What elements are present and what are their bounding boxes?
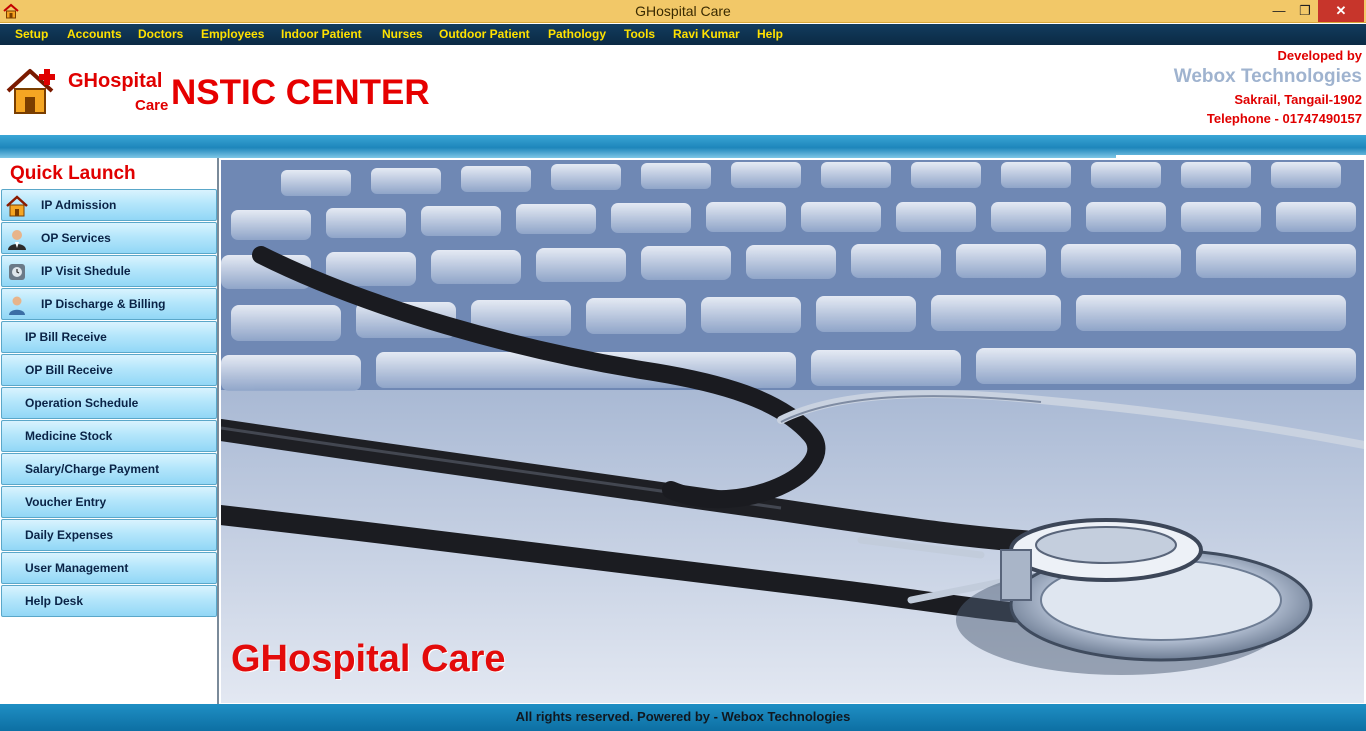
menu-outdoor-patient[interactable]: Outdoor Patient — [439, 27, 530, 41]
quick-launch-label: User Management — [25, 561, 129, 575]
center-name: NSTIC CENTER — [171, 73, 430, 112]
op-bill-receive-button[interactable]: OP Bill Receive — [1, 354, 217, 386]
quick-launch-label: Daily Expenses — [25, 528, 114, 542]
menu-user[interactable]: Ravi Kumar — [673, 27, 740, 41]
user-management-button[interactable]: User Management — [1, 552, 217, 584]
minimize-button[interactable]: — — [1266, 0, 1292, 22]
developed-by-label: Developed by — [1277, 48, 1362, 63]
quick-launch-label: Help Desk — [25, 594, 84, 608]
quick-launch-label: OP Services — [41, 231, 111, 245]
ip-admission-button[interactable]: IP Admission — [1, 189, 217, 221]
menu-doctors[interactable]: Doctors — [138, 27, 183, 41]
voucher-entry-button[interactable]: Voucher Entry — [1, 486, 217, 518]
logo-name: GHospital — [68, 70, 163, 92]
logo-subtitle: Care — [135, 97, 169, 114]
quick-launch-label: IP Bill Receive — [25, 330, 107, 344]
developer-address: Sakrail, Tangail-1902 — [1234, 92, 1362, 107]
help-desk-button[interactable]: Help Desk — [1, 585, 217, 617]
menu-help[interactable]: Help — [757, 27, 783, 41]
quick-launch-label: Salary/Charge Payment — [25, 462, 160, 476]
quick-launch-label: IP Admission — [41, 198, 117, 212]
close-button[interactable]: ✕ — [1318, 0, 1364, 22]
op-services-button[interactable]: OP Services — [1, 222, 217, 254]
quick-launch-label: IP Discharge & Billing — [41, 297, 166, 311]
status-footer: All rights reserved. Powered by - Webox … — [0, 704, 1366, 731]
menu-indoor-patient[interactable]: Indoor Patient — [281, 27, 362, 41]
quick-launch-label: OP Bill Receive — [25, 363, 113, 377]
maximize-button[interactable]: ❐ — [1292, 0, 1318, 22]
menu-setup[interactable]: Setup — [15, 27, 48, 41]
ip-visit-schedule-button[interactable]: IP Visit Shedule — [1, 255, 217, 287]
window-title: GHospital Care — [635, 3, 731, 19]
quick-launch-label: IP Visit Shedule — [41, 264, 131, 278]
menu-nurses[interactable]: Nurses — [382, 27, 423, 41]
header-divider-strip — [0, 135, 1366, 158]
quick-launch-panel: Quick Launch IP Admission OP Services IP… — [0, 158, 219, 704]
developer-telephone: Telephone - 01747490157 — [1206, 111, 1362, 126]
daily-expenses-button[interactable]: Daily Expenses — [1, 519, 217, 551]
menu-tools[interactable]: Tools — [624, 27, 655, 41]
patient-icon — [9, 296, 25, 315]
operation-schedule-button[interactable]: Operation Schedule — [1, 387, 217, 419]
doctor-icon — [8, 230, 26, 250]
quick-launch-label: Medicine Stock — [25, 429, 113, 443]
salary-charge-payment-button[interactable]: Salary/Charge Payment — [1, 453, 217, 485]
menu-pathology[interactable]: Pathology — [548, 27, 606, 41]
quick-launch-title: Quick Launch — [10, 163, 136, 184]
developer-company: Webox Technologies — [1173, 66, 1362, 87]
main-banner-image: GHospital Care — [221, 160, 1364, 703]
quick-launch-label: Voucher Entry — [25, 495, 107, 509]
schedule-icon — [9, 264, 25, 280]
medicine-stock-button[interactable]: Medicine Stock — [1, 420, 217, 452]
ip-bill-receive-button[interactable]: IP Bill Receive — [1, 321, 217, 353]
strip-highlight — [1116, 155, 1366, 158]
menu-accounts[interactable]: Accounts — [67, 27, 122, 41]
keyboard-stethoscope-illustration — [221, 160, 1364, 703]
hospital-logo-icon — [6, 69, 55, 114]
footer-copyright: All rights reserved. Powered by - Webox … — [515, 709, 851, 724]
ip-discharge-billing-button[interactable]: IP Discharge & Billing — [1, 288, 217, 320]
house-icon — [6, 195, 28, 217]
banner-app-name: GHospital Care — [231, 638, 506, 680]
quick-launch-label: Operation Schedule — [25, 396, 139, 410]
menu-bar: Setup Accounts Doctors Employees Indoor … — [0, 24, 1366, 45]
menu-employees[interactable]: Employees — [201, 27, 264, 41]
title-bar: GHospital Care — ❐ ✕ — [0, 0, 1366, 23]
header-banner: NSTIC CENTER GHospital Care Developed by… — [0, 45, 1366, 135]
